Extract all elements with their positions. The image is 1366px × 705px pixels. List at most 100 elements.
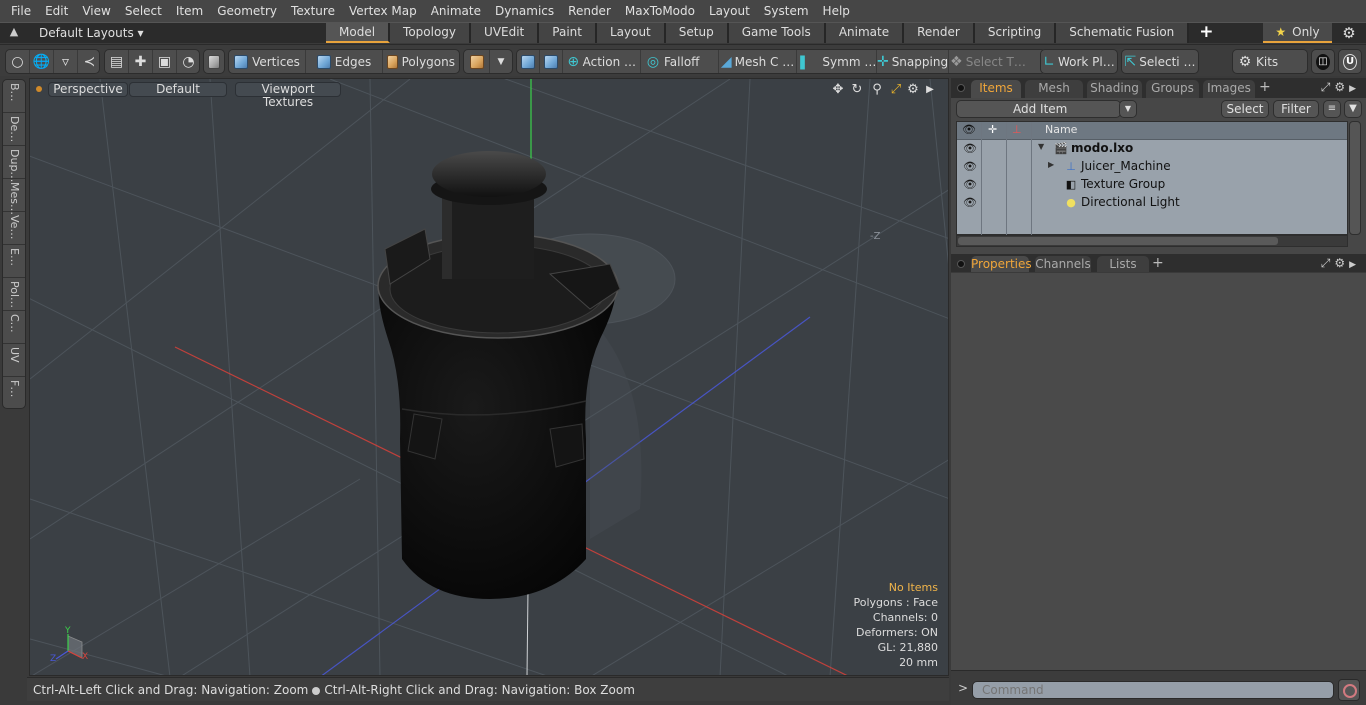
symmetry-button[interactable]: ❚ Symm … (797, 50, 877, 73)
action-button[interactable]: ⊕ Action … (563, 50, 641, 73)
view-mode-dropdown[interactable]: Perspective (48, 82, 128, 97)
tab-scripting[interactable]: Scripting (974, 23, 1057, 43)
tab-setup[interactable]: Setup (665, 23, 729, 43)
menu-animate[interactable]: Animate (424, 0, 488, 22)
tree-row-scene[interactable]: 👁 ▼ 🎬 modo.lxo (957, 140, 1347, 158)
layout-preset-dropdown[interactable]: Default Layouts ▾ (39, 25, 144, 41)
menu-edit[interactable]: Edit (38, 0, 75, 22)
menu-view[interactable]: View (75, 0, 117, 22)
sphere-button[interactable]: 🌐 (30, 50, 54, 73)
record-macro-button[interactable] (1338, 679, 1360, 701)
command-input[interactable] (972, 681, 1334, 699)
tab-topology[interactable]: Topology (390, 23, 472, 43)
tab-model[interactable]: Model (326, 23, 391, 43)
rotate-icon[interactable]: ↻ (849, 82, 865, 98)
tab-uvedit[interactable]: UVEdit (471, 23, 540, 43)
cross-button[interactable]: ✚ (129, 50, 153, 73)
viewport-gear-icon[interactable]: ⚙ (905, 82, 921, 98)
left-tab-mesh-edit[interactable]: Mes… (3, 179, 25, 215)
menu-dynamics[interactable]: Dynamics (488, 0, 561, 22)
eject-icon[interactable]: ▲ (6, 25, 22, 41)
items-horizontal-scrollbar[interactable] (956, 235, 1348, 247)
left-tab-duplicate[interactable]: Dup… (3, 146, 25, 182)
tab-items[interactable]: Items (971, 80, 1021, 98)
material-mode-button[interactable] (464, 50, 490, 73)
left-tab-basic[interactable]: B… (3, 80, 25, 113)
gear-icon[interactable]: ⚙ (1340, 24, 1358, 42)
unity-button[interactable]: ◫ (1312, 50, 1334, 73)
items-vertical-scrollbar[interactable] (1349, 121, 1361, 235)
action-center-2-button[interactable] (540, 50, 563, 73)
shading-dropdown[interactable]: Default (129, 82, 227, 97)
expand-arrow-icon[interactable]: ▶ (1048, 160, 1054, 169)
panel-arrow-icon[interactable]: ▶ (1349, 260, 1360, 270)
select-through-button[interactable]: ❖ Select T… (949, 50, 1027, 73)
menu-render[interactable]: Render (561, 0, 618, 22)
unreal-button[interactable]: U (1339, 50, 1361, 73)
tab-layout[interactable]: Layout (596, 23, 666, 43)
zoom-icon[interactable]: ⚲ (869, 82, 885, 98)
select-button[interactable]: Select (1221, 100, 1269, 118)
add-panel-tab-icon[interactable]: + (1259, 79, 1271, 95)
panel-indicator-icon[interactable] (957, 84, 965, 92)
add-item-button[interactable]: Add Item (956, 100, 1121, 118)
menu-select[interactable]: Select (118, 0, 169, 22)
maximize-icon[interactable]: ⤢ (888, 82, 904, 98)
name-column-header[interactable]: Name (1045, 123, 1077, 136)
falloff-button[interactable]: ◎ Falloff (641, 50, 719, 73)
tab-animate[interactable]: Animate (825, 23, 905, 43)
menu-texture[interactable]: Texture (284, 0, 342, 22)
left-tab-uv[interactable]: UV (3, 344, 25, 377)
expand-arrow-icon[interactable]: ▶ (922, 82, 938, 98)
visibility-eye-icon[interactable]: 👁 (963, 178, 977, 191)
menu-layout[interactable]: Layout (702, 0, 757, 22)
list-options-button[interactable]: ≡ (1323, 100, 1341, 118)
scrollbar-thumb[interactable] (958, 237, 1278, 245)
tab-images[interactable]: Images (1203, 80, 1255, 98)
circle-select-button[interactable]: ○ (6, 50, 30, 73)
visibility-eye-icon[interactable]: 👁 (963, 160, 977, 173)
left-tab-deform[interactable]: De… (3, 113, 25, 146)
only-button[interactable]: ★ Only (1263, 23, 1332, 43)
visibility-eye-icon[interactable]: 👁 (963, 142, 977, 155)
tab-shading[interactable]: Shading (1087, 80, 1142, 98)
align-button[interactable]: ▤ (105, 50, 129, 73)
visibility-eye-icon[interactable]: 👁 (963, 196, 977, 209)
locator-column-icon[interactable]: ⊥ (1012, 123, 1022, 136)
selection-sets-button[interactable]: ⇱ Selecti … (1122, 50, 1198, 73)
panel-gear-icon[interactable]: ⚙ (1334, 80, 1349, 94)
edges-button[interactable]: Edges (306, 50, 383, 73)
tab-mesh-ops[interactable]: Mesh Ops (1025, 80, 1083, 112)
panel-gear-icon[interactable]: ⚙ (1334, 256, 1349, 270)
filter-button[interactable]: Filter (1273, 100, 1319, 118)
left-tab-fusion[interactable]: F… (3, 377, 25, 410)
tab-game-tools[interactable]: Game Tools (728, 23, 826, 43)
menu-maxtomodo[interactable]: MaxToModo (618, 0, 702, 22)
work-plane-button[interactable]: ∟ Work Pl… (1041, 50, 1117, 73)
tree-row-light[interactable]: 👁 ● Directional Light (957, 194, 1347, 212)
expand-icon[interactable]: ⤢ (1321, 256, 1335, 270)
snapping-button[interactable]: ✛ Snapping (877, 50, 949, 73)
3d-viewport[interactable]: -Z Y Z X Perspective Default Viewport Te… (29, 78, 949, 676)
menu-vertex-map[interactable]: Vertex Map (342, 0, 424, 22)
vertices-button[interactable]: Vertices (229, 50, 306, 73)
tab-paint[interactable]: Paint (539, 23, 597, 43)
mesh-constraint-button[interactable]: ◢ Mesh C … (719, 50, 797, 73)
tab-schematic-fusion[interactable]: Schematic Fusion (1056, 23, 1190, 43)
menu-help[interactable]: Help (816, 0, 857, 22)
left-tab-curve[interactable]: C… (3, 311, 25, 344)
tab-render[interactable]: Render (904, 23, 975, 43)
left-tab-polygon[interactable]: Pol… (3, 278, 25, 311)
menu-file[interactable]: File (4, 0, 38, 22)
lock-column-icon[interactable]: ✛ (988, 123, 997, 136)
path-button[interactable]: ≺ (78, 50, 101, 73)
left-tab-edge[interactable]: E… (3, 245, 25, 278)
item-mode-button[interactable] (204, 50, 224, 73)
menu-geometry[interactable]: Geometry (210, 0, 284, 22)
funnel-button[interactable]: ▼ (1344, 100, 1362, 118)
add-item-dropdown[interactable]: ▼ (1119, 100, 1137, 118)
tree-row-texture-group[interactable]: 👁 ◧ Texture Group (957, 176, 1347, 194)
tab-groups[interactable]: Groups (1146, 80, 1199, 98)
panel-indicator-icon[interactable] (957, 260, 965, 268)
material-mode-dropdown[interactable]: ▼ (490, 50, 512, 73)
